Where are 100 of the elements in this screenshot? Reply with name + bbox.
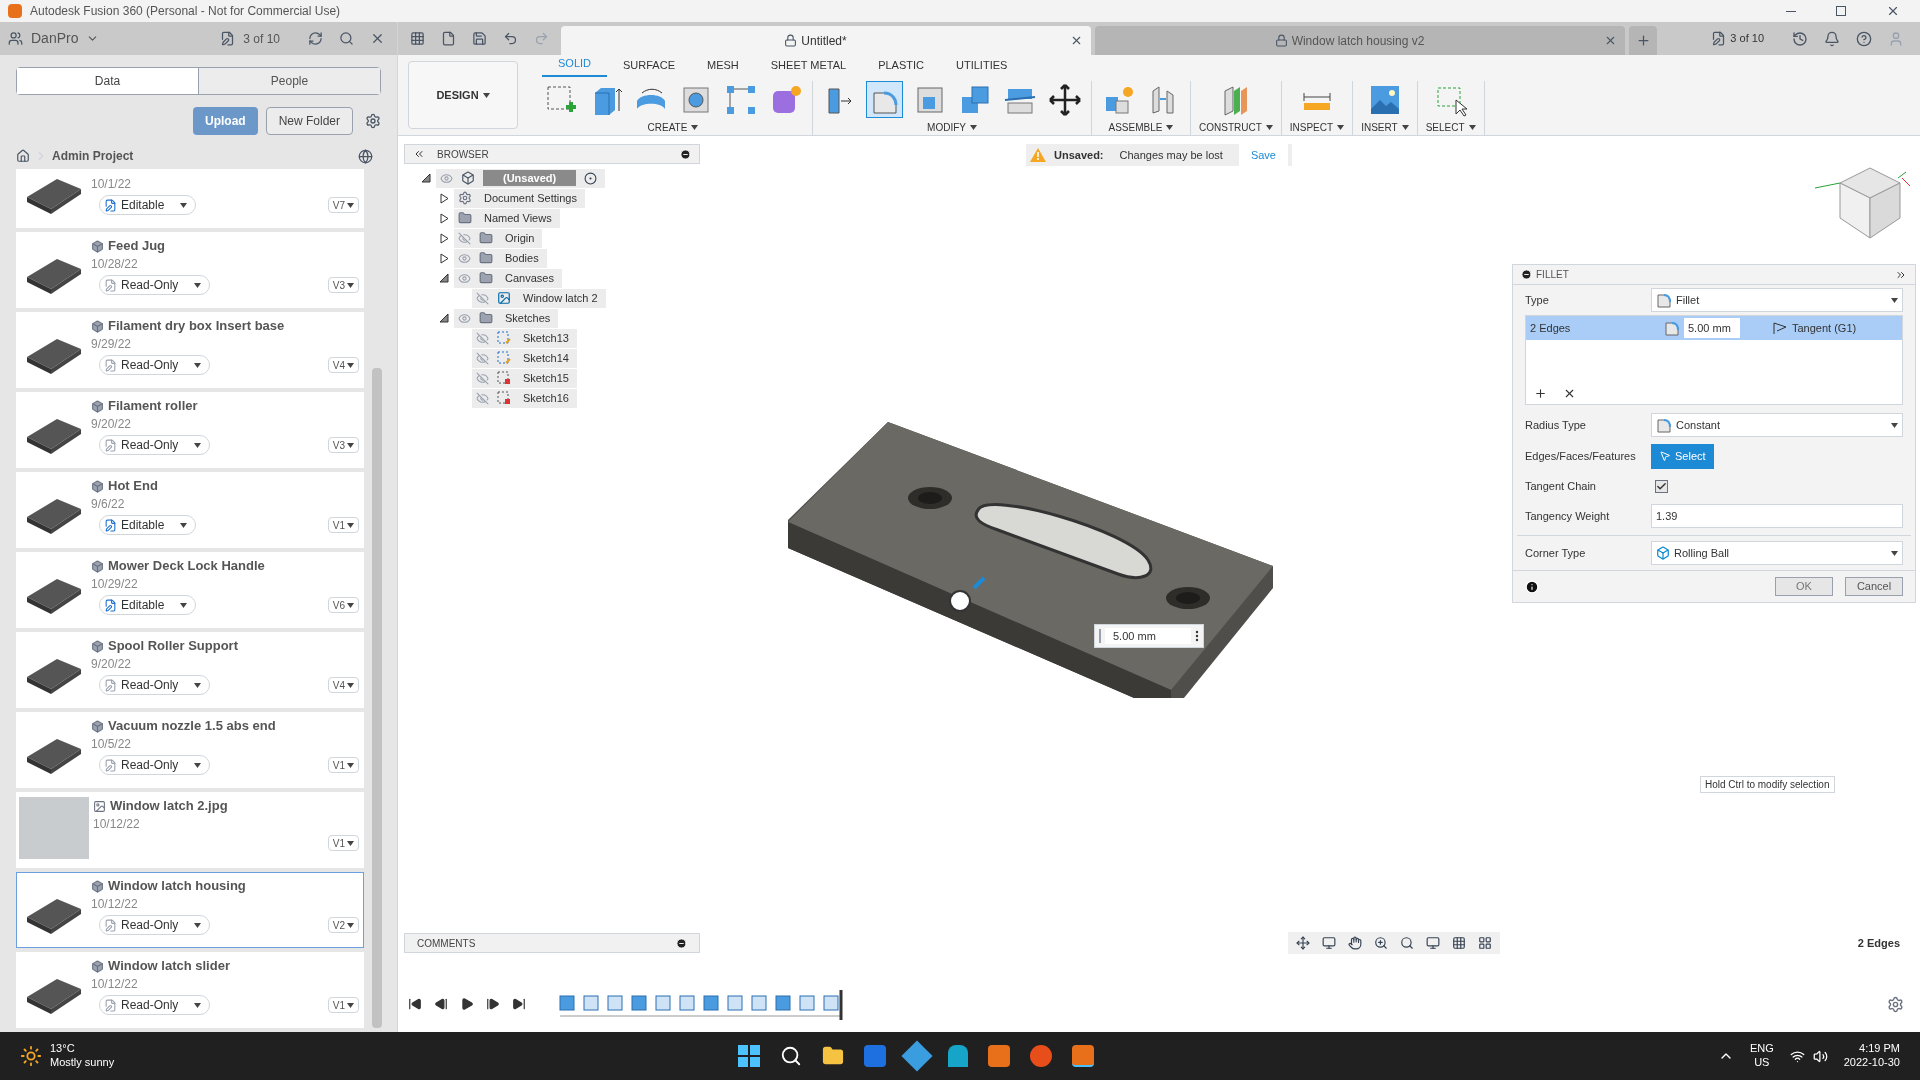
clock-time[interactable]: 4:19 PM [1859,1042,1900,1056]
access-dropdown[interactable]: Read-Only [99,275,211,295]
tangency-weight-input[interactable]: 1.39 [1651,504,1903,528]
select-button[interactable]: Select [1651,443,1714,469]
file-card[interactable]: Feed Jug 10/28/22 Read-Only V3 [16,232,364,308]
access-dropdown[interactable]: Read-Only [99,435,211,455]
minimize-icon[interactable] [676,937,687,949]
expand-toggle[interactable] [438,232,450,244]
ribbon-tab[interactable]: MESH [691,56,755,77]
minimize-icon[interactable] [680,148,691,160]
app-icon[interactable] [1072,1045,1095,1067]
grid-menu-icon[interactable] [410,31,425,46]
access-dropdown[interactable]: Read-Only [99,755,211,775]
display-settings-icon[interactable] [1425,936,1440,950]
first-step-icon[interactable] [408,997,422,1011]
cancel-button[interactable]: Cancel [1845,577,1903,596]
activate-radio-icon[interactable] [584,171,598,185]
document-tab[interactable]: Window latch housing v2 [1095,26,1625,55]
ribbon-tab[interactable]: SURFACE [607,56,691,77]
document-tab[interactable]: Untitled* [561,26,1091,55]
access-dropdown[interactable]: Read-Only [99,675,211,695]
restore-icon[interactable] [1836,6,1846,16]
file-card[interactable]: Mower Deck Lock Handle 10/29/22 Editable V6 [16,552,364,628]
file-name[interactable]: Filament dry box Insert base [108,316,285,336]
zoom-icon[interactable] [1373,936,1388,950]
save-link[interactable]: Save [1238,144,1288,166]
home-icon[interactable] [16,149,30,163]
ribbon-tab[interactable]: PLASTIC [862,56,940,77]
file-name[interactable]: Mower Deck Lock Handle [108,556,265,576]
fillet-tool-icon[interactable] [866,81,903,118]
file-name[interactable]: Vacuum nozzle 1.5 abs end [108,716,276,736]
ribbon-tab[interactable]: UTILITIES [940,56,1024,77]
version-dropdown[interactable]: V3 [327,277,359,293]
region[interactable]: US [1754,1056,1770,1070]
minimize-icon[interactable] [1521,269,1532,280]
more-options-icon[interactable] [1195,630,1199,642]
pan-icon[interactable] [1347,936,1362,950]
expand-toggle[interactable] [438,252,450,264]
file-name[interactable]: Hot End [108,476,158,496]
access-dropdown[interactable]: Read-Only [99,915,211,935]
version-dropdown[interactable]: V1 [327,757,359,773]
access-dropdown[interactable]: Editable [99,595,197,615]
grid-icon[interactable] [1451,936,1466,950]
new-folder-button[interactable]: New Folder [265,107,353,135]
remove-icon[interactable] [1563,387,1576,400]
viewports-icon[interactable] [1477,936,1492,950]
access-dropdown[interactable]: Editable [99,515,197,535]
add-icon[interactable] [1534,387,1547,400]
version-dropdown[interactable]: V2 [327,917,359,933]
file-card[interactable]: Vacuum nozzle 1.5 abs end 10/5/22 Read-Only V1 [16,712,364,788]
globe-icon[interactable] [358,148,373,164]
windows-start-icon[interactable] [738,1045,761,1067]
file-card[interactable]: Spool Roller Support 9/20/22 Read-Only V4 [16,632,364,708]
help-icon[interactable] [1856,30,1872,47]
save-icon[interactable] [472,31,487,46]
clock-date[interactable]: 2022-10-30 [1843,1056,1900,1070]
version-dropdown[interactable]: V1 [327,517,359,533]
version-dropdown[interactable]: V3 [327,437,359,453]
file-card[interactable]: Window latch slider 10/12/22 Read-Only V1 [16,952,364,1028]
close-icon[interactable] [370,31,385,46]
settings-icon[interactable] [1887,995,1904,1013]
file-name[interactable]: Feed Jug [108,236,166,256]
new-tab-icon[interactable] [1635,33,1651,48]
ok-button[interactable]: OK [1775,577,1833,596]
undo-icon[interactable] [503,31,518,46]
workspace-dropdown[interactable]: DESIGN [408,61,518,129]
app-icon[interactable] [864,1045,887,1067]
file-card[interactable]: Hot End 9/6/22 Editable V1 [16,472,364,548]
radius-type-dropdown[interactable]: Constant [1651,413,1903,437]
expand-toggle[interactable] [420,173,432,183]
weather-icon[interactable] [20,1045,42,1067]
file-name[interactable]: Window latch slider [108,956,230,976]
edge-set-row[interactable]: 2 Edges 5.00 mm Tangent (G1) [1526,316,1902,340]
tool-group-dropdown[interactable]: CONSTRUCT [1199,120,1273,135]
version-dropdown[interactable]: V1 [327,835,359,851]
wifi-icon[interactable] [1789,1048,1805,1064]
folder-icon[interactable] [822,1045,845,1067]
expand-toggle[interactable] [438,313,450,323]
notification-icon[interactable] [1824,30,1840,47]
team-dropdown[interactable]: DanPro [31,28,100,49]
version-dropdown[interactable]: V6 [327,597,359,613]
panel-tab[interactable]: People [198,68,380,94]
version-dropdown[interactable]: V4 [327,357,359,373]
access-dropdown[interactable]: Read-Only [99,355,211,375]
tool-group-dropdown[interactable]: MODIFY [927,120,977,135]
radius-input[interactable]: 5.00 mm [1684,318,1740,338]
language[interactable]: ENG [1749,1042,1774,1056]
next-step-icon[interactable] [486,997,500,1011]
app-icon[interactable] [948,1045,969,1067]
clock-icon[interactable] [1792,30,1808,47]
dimension-input[interactable]: 5.00 mm [1094,624,1204,648]
app-icon[interactable] [988,1045,1011,1067]
previous-step-icon[interactable] [434,997,448,1011]
corner-type-dropdown[interactable]: Rolling Ball [1651,541,1903,565]
close-tab-icon[interactable] [1070,34,1083,47]
refresh-icon[interactable] [308,31,323,46]
settings-icon[interactable] [365,113,381,129]
expand-toggle[interactable] [438,212,450,224]
expand-toggle[interactable] [438,192,450,204]
search-icon[interactable] [780,1045,803,1067]
